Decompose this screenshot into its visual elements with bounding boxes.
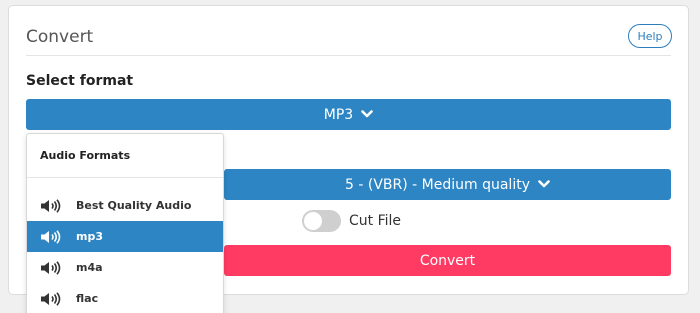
divider xyxy=(26,55,671,56)
speaker-icon xyxy=(40,198,62,213)
format-option-label: mp3 xyxy=(76,230,103,243)
quality-selected-value: 5 - (VBR) - Medium quality xyxy=(345,176,530,193)
dropdown-header: Audio Formats xyxy=(27,134,223,178)
dropdown-list: Best Quality Audio mp3 m4a flac xyxy=(27,178,223,313)
format-option-mp3[interactable]: mp3 xyxy=(27,221,223,252)
help-button[interactable]: Help xyxy=(628,24,672,48)
select-format-label: Select format xyxy=(26,73,134,89)
chevron-down-icon xyxy=(538,180,550,189)
speaker-icon xyxy=(40,229,62,244)
format-selected-value: MP3 xyxy=(323,106,354,123)
cut-file-label: Cut File xyxy=(349,213,402,229)
cut-file-toggle[interactable] xyxy=(302,210,341,232)
speaker-icon xyxy=(40,260,62,275)
card-title: Convert xyxy=(26,27,94,47)
convert-button[interactable]: Convert xyxy=(224,245,671,276)
format-option-label: flac xyxy=(76,292,99,305)
format-option-label: Best Quality Audio xyxy=(76,199,192,212)
format-option-flac[interactable]: flac xyxy=(27,283,223,313)
chevron-down-icon xyxy=(361,110,374,119)
quality-select-button[interactable]: 5 - (VBR) - Medium quality xyxy=(224,169,671,200)
speaker-icon xyxy=(40,291,62,306)
format-select-button[interactable]: MP3 xyxy=(26,99,671,130)
format-option-best-quality-audio[interactable]: Best Quality Audio xyxy=(27,190,223,221)
format-option-label: m4a xyxy=(76,261,103,274)
audio-formats-dropdown: Audio Formats Best Quality Audio mp3 m4a… xyxy=(26,133,224,313)
format-option-m4a[interactable]: m4a xyxy=(27,252,223,283)
cut-file-row: Cut File xyxy=(302,209,401,233)
